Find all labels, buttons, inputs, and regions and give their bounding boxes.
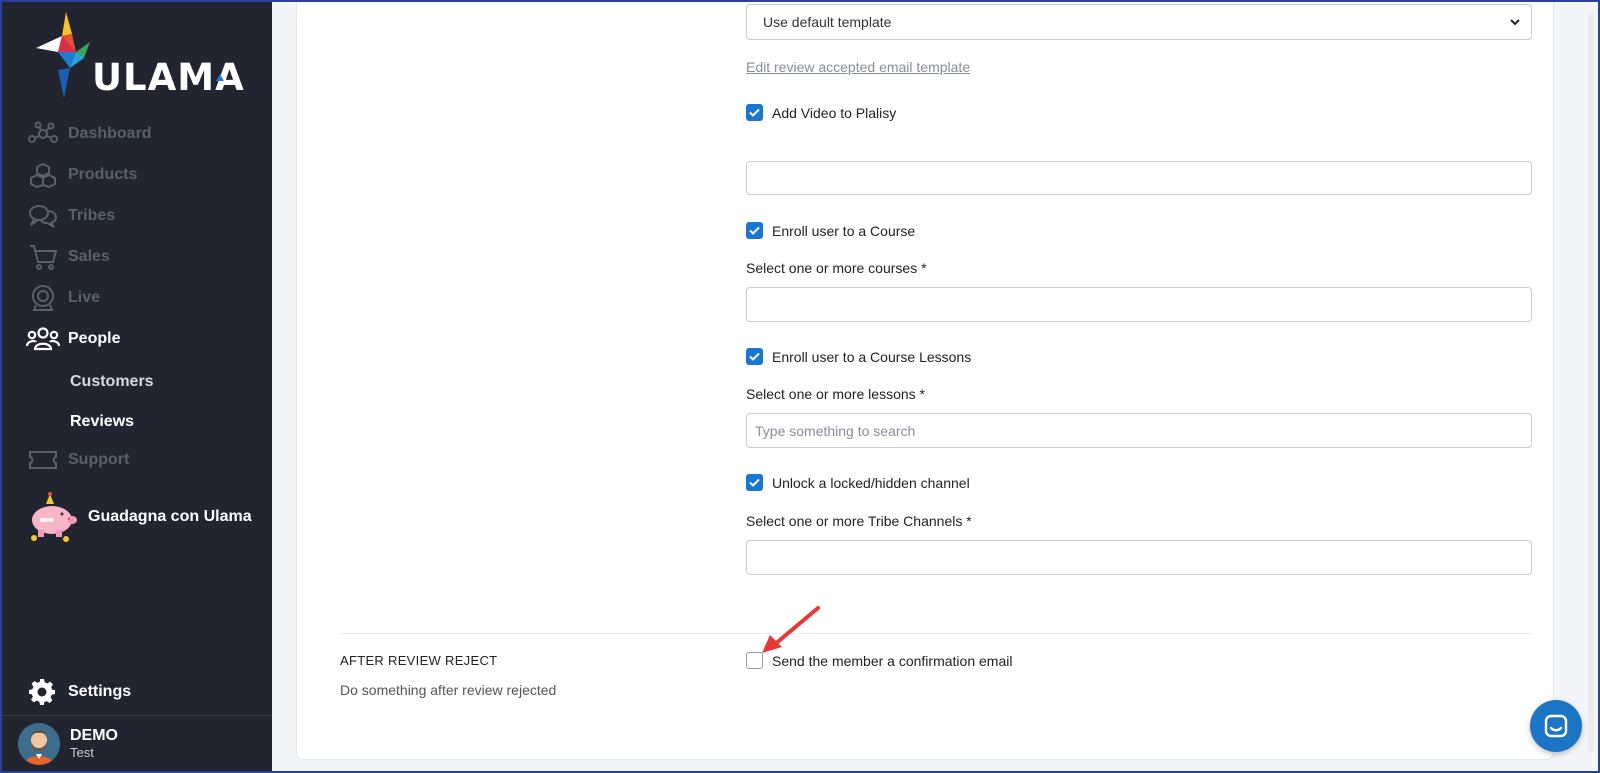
checkbox-checked-icon[interactable] <box>746 474 763 491</box>
piggy-bank-icon <box>31 492 77 542</box>
cubes-icon <box>26 160 60 190</box>
chat-bubbles-icon <box>26 201 60 231</box>
settings-label: Settings <box>68 683 132 700</box>
sidebar-item-label: Tribes <box>68 207 116 224</box>
edit-template-link[interactable]: Edit review accepted email template <box>746 59 970 75</box>
ticket-icon <box>26 445 60 475</box>
sidebar-item-live[interactable]: Live <box>26 280 100 316</box>
sidebar-item-products[interactable]: Products <box>26 157 137 193</box>
sidebar-item-label: Live <box>68 289 101 306</box>
live-chat-button[interactable] <box>1530 700 1582 752</box>
sidebar-item-label: Support <box>68 451 130 468</box>
people-icon <box>26 324 60 354</box>
sidebar-subitem-customers[interactable]: Customers <box>70 373 154 391</box>
after-reject-section-title: AFTER REVIEW REJECT <box>340 653 498 668</box>
sidebar-item-sales[interactable]: Sales <box>26 239 110 275</box>
user-profile[interactable]: DEMO Test <box>2 715 272 771</box>
lessons-field-label: Select one or more lessons * <box>746 386 925 402</box>
channels-multiselect[interactable] <box>746 540 1532 575</box>
sidebar-item-label: People <box>68 330 121 347</box>
sidebar-subitem-reviews[interactable]: Reviews <box>70 413 134 431</box>
unlock-channel-checkbox-row[interactable]: Unlock a locked/hidden channel <box>746 474 970 491</box>
user-role: Test <box>70 745 94 760</box>
enroll-lessons-checkbox-row[interactable]: Enroll user to a Course Lessons <box>746 348 971 365</box>
sidebar-item-settings[interactable]: Settings <box>28 678 131 706</box>
lessons-search-input[interactable]: Type something to search <box>746 413 1532 448</box>
gear-icon <box>29 679 55 705</box>
sidebar-item-label: Sales <box>68 248 110 265</box>
brand-logo[interactable]: ULAMA <box>36 12 246 104</box>
playlist-input[interactable] <box>746 161 1532 195</box>
email-template-select[interactable]: Use default template <box>746 4 1532 40</box>
annotation-arrow-icon <box>762 606 820 653</box>
sidebar-item-support[interactable]: Support <box>26 442 129 478</box>
add-video-checkbox-row[interactable]: Add Video to Plalisy <box>746 104 896 121</box>
channels-field-label: Select one or more Tribe Channels * <box>746 513 972 529</box>
user-name: DEMO <box>70 727 118 744</box>
after-reject-section-description: Do something after review rejected <box>340 682 557 698</box>
sidebar-promo-affiliate[interactable]: Guadagna con Ulama <box>26 492 252 542</box>
network-icon <box>26 119 60 149</box>
courses-field-label: Select one or more courses * <box>746 260 927 276</box>
chevron-down-icon <box>1510 19 1520 26</box>
checkbox-label: Enroll user to a Course Lessons <box>772 348 972 365</box>
sidebar-item-tribes[interactable]: Tribes <box>26 198 115 234</box>
enroll-course-checkbox-row[interactable]: Enroll user to a Course <box>746 222 915 239</box>
logo-triangle-accent <box>216 74 224 81</box>
checkbox-checked-icon[interactable] <box>746 348 763 365</box>
checkbox-checked-icon[interactable] <box>746 222 763 239</box>
sidebar: ULAMA Dashboard Products Tribes Sales Li… <box>2 2 272 771</box>
sidebar-item-label: Dashboard <box>68 125 152 142</box>
checkbox-checked-icon[interactable] <box>746 104 763 121</box>
webcam-icon <box>26 283 60 313</box>
checkbox-label: Unlock a locked/hidden channel <box>772 474 970 491</box>
cart-icon <box>26 242 60 272</box>
page-scrollbar[interactable] <box>1588 12 1594 752</box>
input-placeholder: Type something to search <box>755 422 916 439</box>
avatar <box>18 722 60 765</box>
checkbox-label: Enroll user to a Course <box>772 222 916 239</box>
sidebar-item-people[interactable]: People <box>26 321 120 357</box>
promo-label: Guadagna con Ulama <box>88 508 252 525</box>
courses-multiselect[interactable] <box>746 287 1532 322</box>
checkbox-label: Add Video to Plalisy <box>772 104 897 121</box>
review-settings-card <box>296 0 1554 760</box>
select-value: Use default template <box>763 14 892 30</box>
sidebar-item-dashboard[interactable]: Dashboard <box>26 116 152 152</box>
origami-bird-icon <box>36 12 90 98</box>
section-divider <box>340 633 1532 634</box>
sidebar-item-label: Products <box>68 166 138 183</box>
chat-icon <box>1544 714 1568 738</box>
